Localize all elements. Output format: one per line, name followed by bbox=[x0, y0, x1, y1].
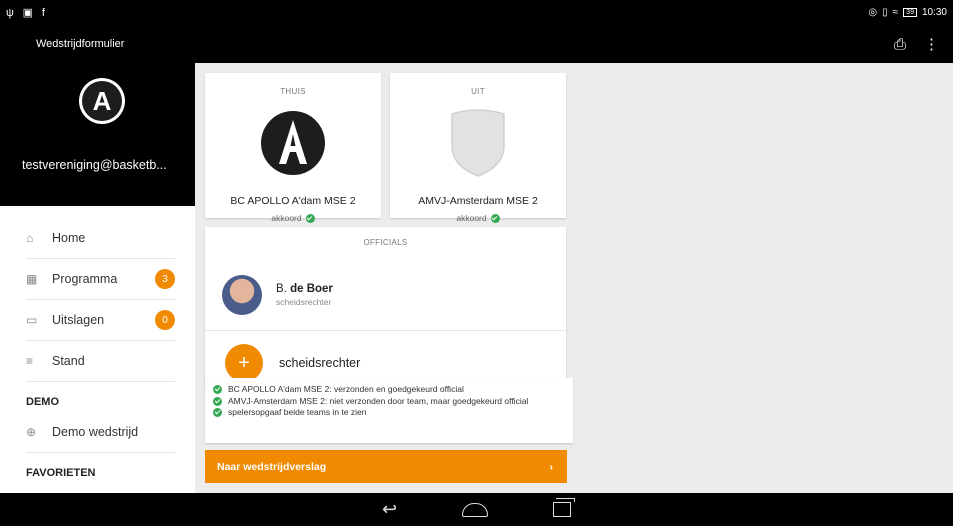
image-icon: ▣ bbox=[22, 7, 34, 19]
check-icon bbox=[213, 408, 222, 417]
check-icon bbox=[305, 213, 315, 223]
check-icon bbox=[490, 213, 500, 223]
home-team-card[interactable]: THUIS BC APOLLO A'dam MSE 2 akkoord bbox=[205, 73, 381, 223]
shield-icon bbox=[451, 109, 505, 177]
add-official-row[interactable]: + scheidsrechter bbox=[225, 344, 360, 382]
add-official-label: scheidsrechter bbox=[279, 356, 361, 370]
overflow-menu-icon[interactable]: ⋮ bbox=[924, 35, 939, 53]
sidebar-item-uitslagen[interactable]: ▭ Uitslagen 0 bbox=[26, 300, 175, 341]
status-message: BC APOLLO A'dam MSE 2: verzonden en goed… bbox=[213, 384, 565, 394]
count-badge: 3 bbox=[155, 269, 175, 289]
team-name: AMVJ-Amsterdam MSE 2 bbox=[418, 195, 538, 207]
club-logo: A bbox=[79, 78, 125, 124]
team-name: BC APOLLO A'dam MSE 2 bbox=[230, 195, 356, 207]
home-team-logo bbox=[261, 111, 325, 175]
page-title: Wedstrijdformulier bbox=[36, 38, 125, 50]
battery-icon: 39 bbox=[903, 8, 917, 17]
wifi-icon: ≈ bbox=[892, 7, 899, 18]
count-badge: 0 bbox=[155, 310, 175, 330]
team-status: akkoord bbox=[390, 213, 566, 223]
chevron-right-icon: › bbox=[549, 460, 554, 473]
team-status: akkoord bbox=[205, 213, 381, 223]
sidebar-item-demo-wedstrijd[interactable]: ⊕ Demo wedstrijd bbox=[26, 412, 175, 453]
app-bar: Wedstrijdformulier ⎙ ⋮ bbox=[0, 25, 953, 63]
sidebar-item-stand[interactable]: ≡ Stand bbox=[26, 341, 175, 382]
print-icon[interactable]: ⎙ bbox=[894, 36, 906, 53]
system-nav-bar: ↩ bbox=[0, 493, 953, 526]
divider bbox=[205, 330, 566, 331]
status-bar: ψ ▣ f ◎ ▯ ≈ 39 10:30 bbox=[0, 0, 953, 25]
check-icon bbox=[213, 396, 222, 406]
status-message: spelersopgaaf beide teams in te zien bbox=[213, 407, 565, 417]
team-side-label: THUIS bbox=[280, 87, 306, 96]
vibrate-icon: ▯ bbox=[882, 7, 888, 18]
check-icon bbox=[213, 385, 222, 394]
avatar bbox=[222, 275, 262, 315]
sidebar-item-label: Programma bbox=[52, 272, 118, 286]
calendar-icon: ▦ bbox=[26, 272, 38, 286]
official-row[interactable]: B. de Boer scheidsrechter bbox=[222, 275, 333, 315]
section-demo-label: DEMO bbox=[26, 396, 59, 408]
sidebar-item-home[interactable]: ⌂ Home bbox=[26, 218, 175, 259]
usb-icon: ψ bbox=[6, 7, 14, 19]
officials-header: OFFICIALS bbox=[363, 238, 408, 247]
facebook-icon: f bbox=[41, 7, 45, 19]
sidebar-item-programma[interactable]: ▦ Programma 3 bbox=[26, 259, 175, 300]
alarm-icon: ◎ bbox=[868, 7, 878, 18]
status-messages: BC APOLLO A'dam MSE 2: verzonden en goed… bbox=[205, 378, 573, 443]
home-button-icon[interactable] bbox=[462, 502, 489, 517]
clock: 10:30 bbox=[921, 7, 947, 18]
status-message: AMVJ-Amsterdam MSE 2: niet verzonden doo… bbox=[213, 396, 565, 406]
account-email[interactable]: testvereniging@basketb... bbox=[22, 158, 167, 172]
scoreboard-icon: ▭ bbox=[26, 313, 38, 327]
officials-card: OFFICIALS B. de Boer scheidsrechter + sc… bbox=[205, 227, 566, 387]
list-icon: ≡ bbox=[26, 354, 34, 368]
away-team-card[interactable]: UIT AMVJ-Amsterdam MSE 2 akkoord bbox=[390, 73, 566, 223]
sidebar-item-label: Uitslagen bbox=[52, 313, 105, 327]
sidebar-item-label: Demo wedstrijd bbox=[52, 425, 139, 439]
official-name: B. de Boer bbox=[276, 283, 333, 295]
drawer-header: A testvereniging@basketb... bbox=[0, 63, 195, 206]
section-favorieten-label: FAVORIETEN bbox=[26, 467, 96, 479]
button-label: Naar wedstrijdverslag bbox=[217, 460, 327, 473]
go-to-match-report-button[interactable]: Naar wedstrijdverslag › bbox=[205, 450, 567, 483]
home-icon: ⌂ bbox=[26, 231, 34, 245]
sidebar-item-label: Home bbox=[52, 231, 86, 245]
add-icon[interactable]: + bbox=[225, 344, 263, 382]
back-icon[interactable]: ↩ bbox=[382, 499, 397, 520]
recent-apps-icon[interactable] bbox=[553, 498, 576, 517]
team-side-label: UIT bbox=[471, 87, 485, 96]
sidebar-item-label: Stand bbox=[52, 354, 85, 368]
official-role: scheidsrechter bbox=[276, 297, 332, 307]
navigation-drawer: A testvereniging@basketb... ⌂ Home ▦ Pro… bbox=[0, 63, 195, 493]
add-circle-icon: ⊕ bbox=[26, 425, 37, 439]
